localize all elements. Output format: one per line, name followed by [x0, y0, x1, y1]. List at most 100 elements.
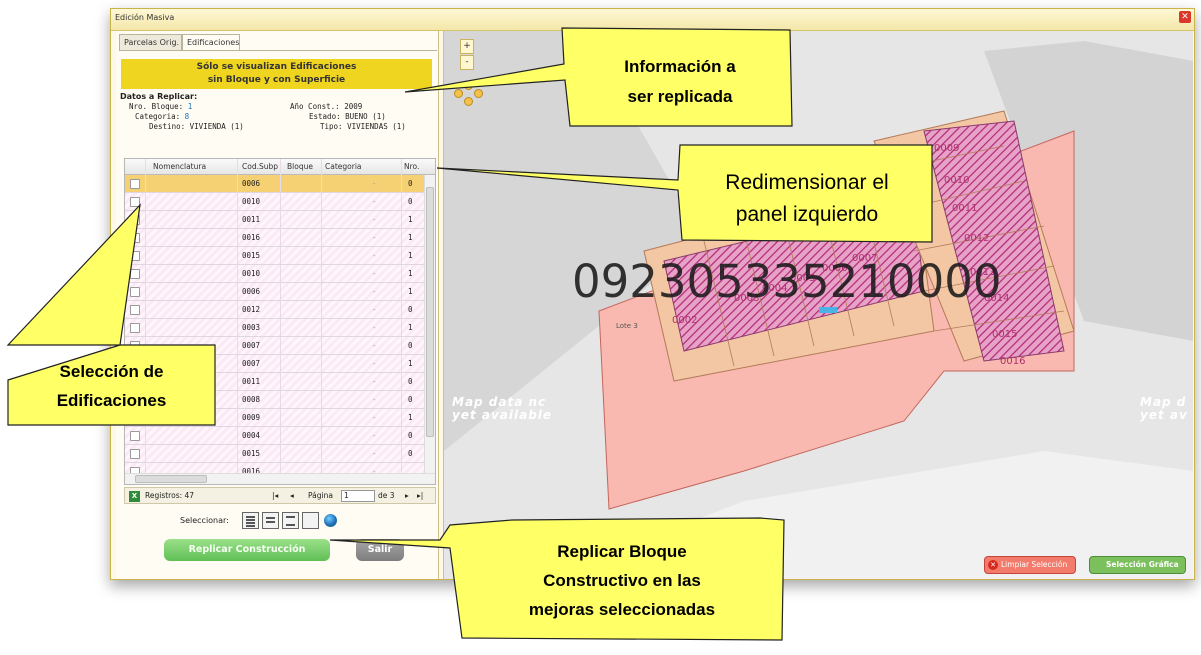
close-icon[interactable]: ✕ — [1179, 11, 1191, 23]
salir-button[interactable]: Salir — [356, 539, 404, 561]
table-row[interactable]: 0010 - 1 — [125, 265, 425, 283]
scroll-thumb[interactable] — [135, 475, 207, 483]
cell-cod-subp: 0004 — [242, 431, 261, 440]
nro-bloque-value: 1 — [187, 102, 193, 111]
left-panel: Parcelas Orig. Edificaciones Sólo se vis… — [116, 31, 439, 579]
cell-nro: 1 — [408, 287, 413, 296]
table-row[interactable]: 0006 - 0 — [125, 175, 425, 193]
zoom-in-button[interactable]: + — [460, 39, 474, 54]
grid-vertical-scrollbar[interactable] — [424, 175, 435, 475]
scroll-thumb[interactable] — [426, 187, 434, 437]
row-checkbox[interactable] — [130, 323, 140, 333]
table-row[interactable]: 0006 - 1 — [125, 283, 425, 301]
cell-nro: 0 — [408, 179, 413, 188]
table-row[interactable]: 0010 - 0 — [125, 193, 425, 211]
nro-bloque-label: Nro. Bloque: — [129, 102, 184, 111]
cell-nro: 0 — [408, 197, 413, 206]
rows-glyph — [286, 516, 295, 518]
pan-left-icon[interactable] — [454, 89, 463, 98]
cell-cod-subp: 0008 — [242, 395, 261, 404]
prev-page-icon[interactable]: ◂ — [290, 491, 294, 500]
cell-categoria: - — [372, 215, 377, 224]
row-checkbox[interactable] — [130, 179, 140, 189]
table-row[interactable]: 0004 - 0 — [125, 427, 425, 445]
pan-control-icon[interactable] — [454, 81, 484, 107]
registros-count: Registros: 47 — [145, 491, 195, 500]
callout-seleccion-line2: Edificaciones — [56, 391, 167, 410]
row-checkbox[interactable] — [130, 287, 140, 297]
grid-horizontal-scrollbar[interactable] — [125, 473, 435, 484]
row-checkbox[interactable] — [130, 233, 140, 243]
nro-solicitud-tab: Nro. de Solicitud 60955 — [659, 34, 776, 48]
pan-up-icon[interactable] — [464, 81, 473, 90]
row-checkbox[interactable] — [130, 341, 140, 351]
row-checkbox[interactable] — [130, 431, 140, 441]
row-checkbox[interactable] — [130, 197, 140, 207]
close-circle-icon: ✕ — [988, 560, 998, 570]
table-row[interactable]: 0012 - 0 — [125, 301, 425, 319]
select-page-icon[interactable] — [262, 512, 279, 529]
page-number-input[interactable]: 1 — [341, 490, 375, 502]
limpiar-seleccion-button[interactable]: ✕ Limpiar Selección — [984, 556, 1076, 574]
cell-nro: 1 — [408, 413, 413, 422]
cell-categoria: - — [372, 341, 377, 350]
pan-right-icon[interactable] — [474, 89, 483, 98]
rows-glyph — [246, 516, 255, 518]
select-all-icon[interactable] — [242, 512, 259, 529]
last-page-icon[interactable]: ▸| — [417, 491, 423, 500]
pan-down-icon[interactable] — [464, 97, 473, 106]
nro-solicitud-value: 60955 — [742, 37, 767, 46]
callout-seleccion: Selección de Edificaciones — [8, 357, 215, 415]
seleccion-grafica-button[interactable]: Selección Gráfica — [1089, 556, 1186, 574]
cell-cod-subp: 0011 — [242, 215, 261, 224]
row-checkbox[interactable] — [130, 215, 140, 225]
cell-categoria: - — [372, 251, 377, 260]
map-view[interactable]: 0009 0010 0011 0012 0013 0015 0016 0002 … — [443, 31, 1193, 579]
cell-cod-subp: 0010 — [242, 269, 261, 278]
destino: Destino: VIVIENDA (1) — [149, 122, 244, 131]
cell-cod-subp: 0015 — [242, 251, 261, 260]
globe-icon[interactable] — [324, 514, 337, 527]
col-categoria[interactable]: Categoria — [325, 162, 362, 171]
cell-cod-subp: 0007 — [242, 341, 261, 350]
tab-divider — [119, 50, 437, 51]
row-checkbox[interactable] — [130, 251, 140, 261]
cell-cod-subp: 0016 — [242, 233, 261, 242]
cell-categoria: - — [372, 359, 377, 368]
table-row[interactable]: 0015 - 1 — [125, 247, 425, 265]
row-checkbox[interactable] — [130, 449, 140, 459]
parcel-label-0016: 0016 — [1000, 356, 1025, 367]
table-row[interactable]: 0007 - 0 — [125, 337, 425, 355]
estado-label: Estado: — [309, 112, 341, 121]
cell-cod-subp: 0015 — [242, 449, 261, 458]
table-row[interactable]: 0016 - 1 — [125, 229, 425, 247]
cell-nro: 1 — [408, 233, 413, 242]
first-page-icon[interactable]: |◂ — [272, 491, 278, 500]
next-page-icon[interactable]: ▸ — [405, 491, 409, 500]
cell-categoria: - — [372, 413, 377, 422]
edificaciones-grid: Nomenclatura Cod.Subp Bloque Categoria N… — [124, 158, 436, 485]
title-bar: Edición Masiva ✕ — [111, 9, 1194, 31]
col-cod-subp[interactable]: Cod.Subp — [242, 162, 278, 171]
tab-parcelas-orig[interactable]: Parcelas Orig. — [119, 34, 182, 50]
excel-export-icon[interactable]: X — [129, 491, 140, 502]
table-row[interactable]: 0015 - 0 — [125, 445, 425, 463]
select-range-icon[interactable] — [282, 512, 299, 529]
col-bloque[interactable]: Bloque — [287, 162, 313, 171]
zoom-out-button[interactable]: - — [460, 55, 474, 70]
table-row[interactable]: 0011 - 1 — [125, 211, 425, 229]
row-checkbox[interactable] — [130, 305, 140, 315]
map-data-note-left: Map data nc yet available — [452, 396, 552, 422]
row-checkbox[interactable] — [130, 269, 140, 279]
col-nro[interactable]: Nro. — [404, 162, 419, 171]
nro-bloque: Nro. Bloque: 1 — [129, 102, 192, 111]
clear-selection-icon[interactable] — [302, 512, 319, 529]
col-divider — [401, 159, 402, 484]
cell-categoria: - — [372, 269, 377, 278]
cell-nro: 0 — [408, 305, 413, 314]
replicar-construccion-button[interactable]: Replicar Construcción — [164, 539, 330, 561]
table-row[interactable]: 0003 - 1 — [125, 319, 425, 337]
col-nomenclatura[interactable]: Nomenclatura — [153, 162, 206, 171]
cell-nro: 0 — [408, 395, 413, 404]
tab-edificaciones[interactable]: Edificaciones — [182, 34, 240, 51]
